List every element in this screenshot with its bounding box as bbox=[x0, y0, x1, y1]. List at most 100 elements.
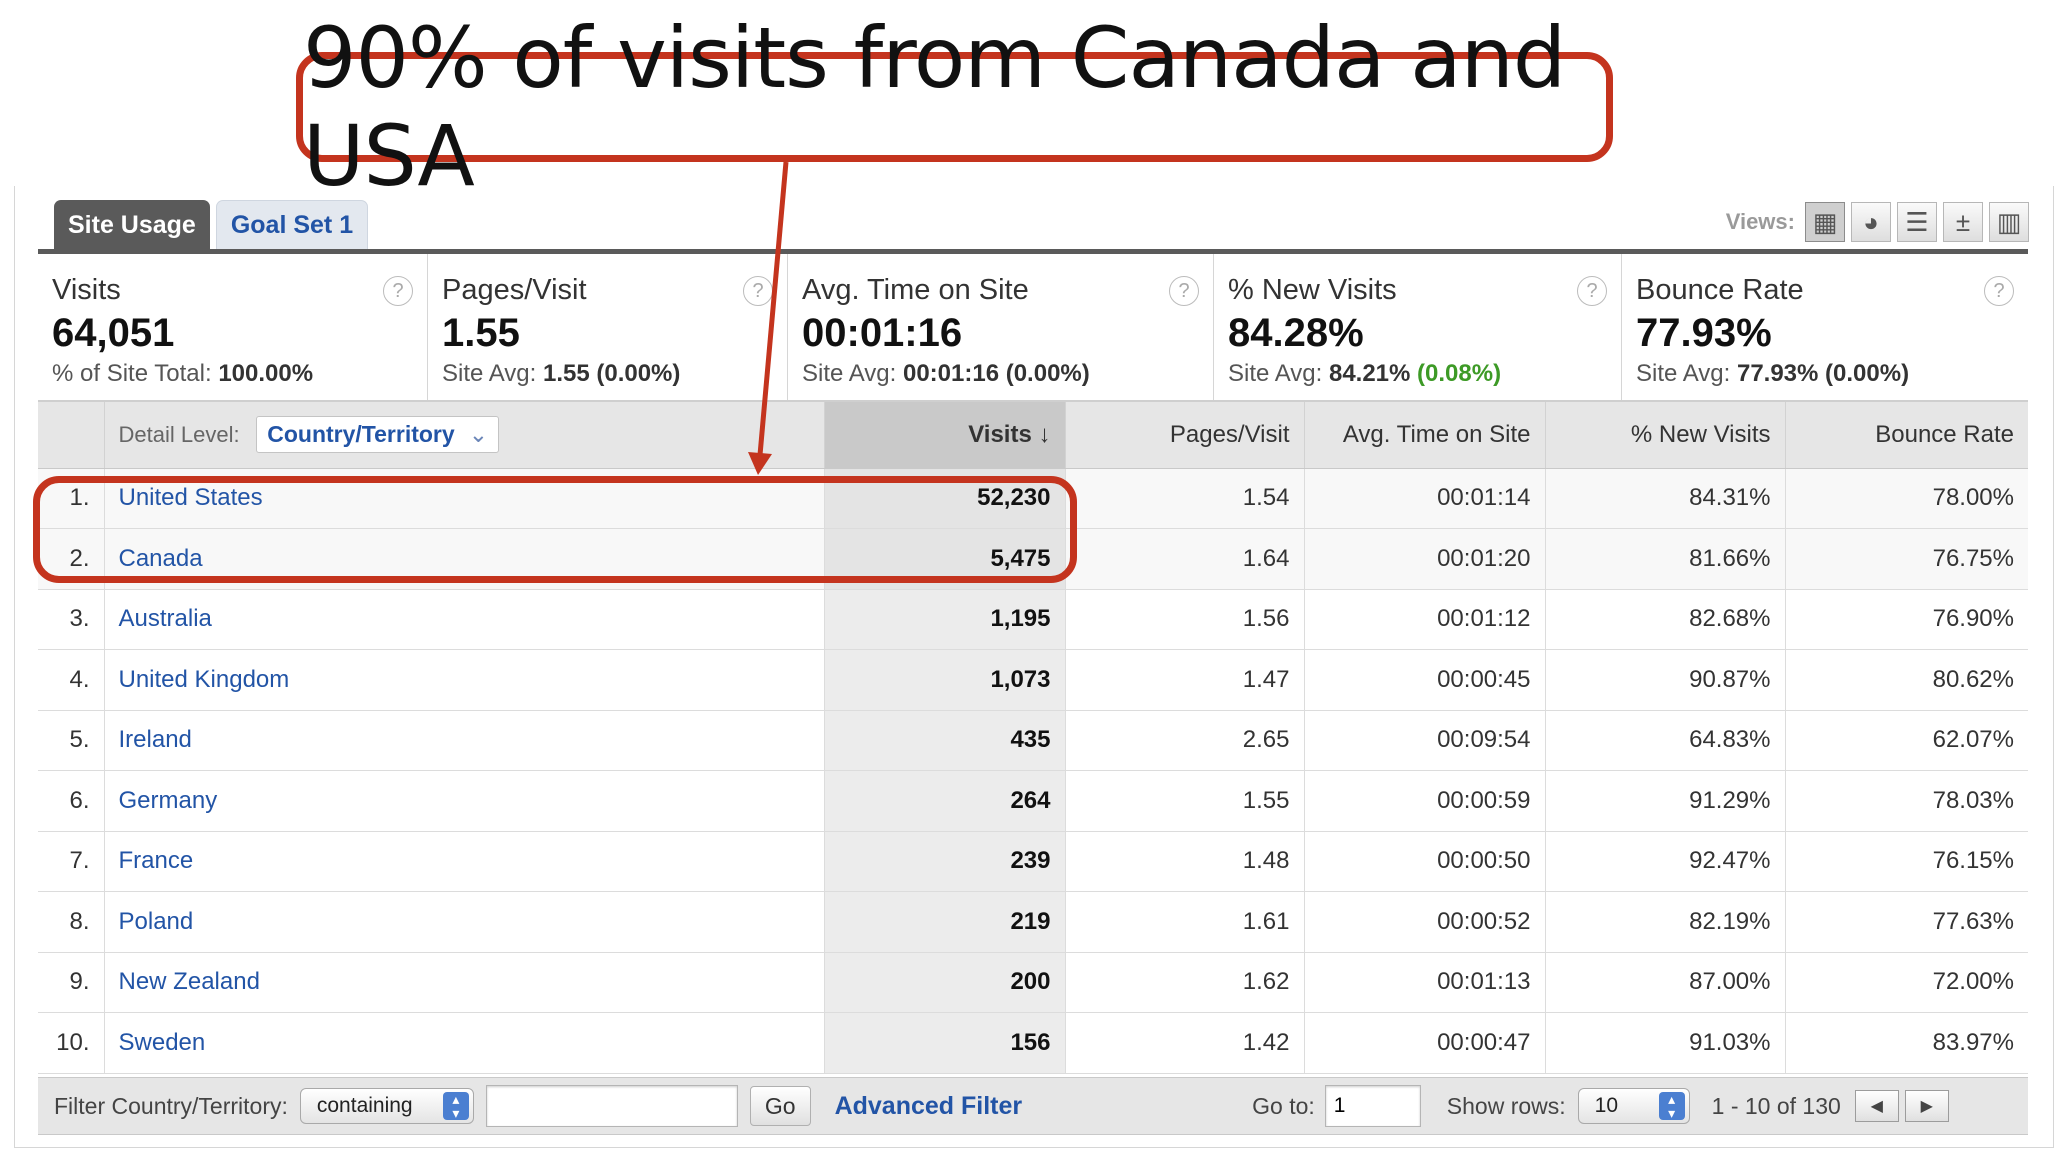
pages-visit-cell: 1.62 bbox=[1065, 952, 1305, 1013]
new-visits-cell: 82.68% bbox=[1545, 589, 1786, 650]
new-visits-cell: 87.00% bbox=[1545, 952, 1786, 1013]
filter-input[interactable] bbox=[485, 1085, 738, 1127]
scorecard-label: Visits bbox=[52, 274, 121, 306]
row-rank: 2. bbox=[38, 528, 105, 590]
visits-cell: 1,073 bbox=[824, 649, 1066, 711]
avg-time-cell: 00:01:13 bbox=[1304, 952, 1546, 1013]
table-row: 7. France 239 1.48 00:00:50 92.47% 76.15% bbox=[38, 831, 2028, 892]
visits-cell: 239 bbox=[824, 831, 1066, 892]
column-header-new-visits[interactable]: % New Visits bbox=[1545, 402, 1786, 469]
table-footer: Filter Country/Territory: containing ▴ ▾ … bbox=[38, 1077, 2028, 1135]
column-header-avg-time[interactable]: Avg. Time on Site bbox=[1304, 402, 1546, 469]
spinner-icon: ▴ ▾ bbox=[1658, 1092, 1685, 1120]
pivot-view-icon[interactable]: ▥ bbox=[1989, 202, 2029, 242]
table-view-icon[interactable]: ▦ bbox=[1805, 202, 1845, 242]
country-link[interactable]: New Zealand bbox=[104, 952, 825, 1013]
avg-time-cell: 00:00:47 bbox=[1304, 1012, 1546, 1074]
comparison-view-icon[interactable]: ± bbox=[1943, 202, 1983, 242]
avg-time-cell: 00:09:54 bbox=[1304, 710, 1546, 771]
bounce-rate-cell: 76.75% bbox=[1785, 528, 2028, 590]
annotation-text: 90% of visits from Canada and USA bbox=[303, 9, 1566, 205]
column-header-pages-visit[interactable]: Pages/Visit bbox=[1065, 402, 1305, 469]
country-link[interactable]: Australia bbox=[104, 589, 825, 650]
show-rows-select[interactable]: 10 ▴ ▾ bbox=[1577, 1088, 1690, 1124]
column-header-bounce-rate[interactable]: Bounce Rate bbox=[1785, 402, 2028, 469]
scorecard-label: Avg. Time on Site bbox=[802, 274, 1029, 306]
goto-label: Go to: bbox=[1252, 1092, 1315, 1119]
visits-cell: 1,195 bbox=[824, 589, 1066, 650]
bounce-rate-cell: 83.97% bbox=[1785, 1012, 2028, 1074]
pages-visit-cell: 1.54 bbox=[1065, 468, 1305, 529]
country-link[interactable]: Ireland bbox=[104, 710, 825, 771]
new-visits-cell: 82.19% bbox=[1545, 891, 1786, 953]
help-icon[interactable]: ? bbox=[383, 276, 413, 306]
country-link[interactable]: Canada bbox=[104, 528, 825, 590]
previous-page-icon[interactable]: ◀ bbox=[1854, 1090, 1899, 1122]
visits-cell: 264 bbox=[824, 770, 1066, 832]
bounce-rate-cell: 76.15% bbox=[1785, 831, 2028, 892]
table-row: 6. Germany 264 1.55 00:00:59 91.29% 78.03% bbox=[38, 770, 2028, 832]
bounce-rate-cell: 78.03% bbox=[1785, 770, 2028, 832]
scorecard-value: 84.28% bbox=[1228, 311, 1364, 355]
views-toolbar: Views: ▦ ◕ ☰ ± ▥ bbox=[1726, 202, 2029, 242]
pie-view-icon[interactable]: ◕ bbox=[1851, 202, 1891, 242]
new-visits-cell: 91.03% bbox=[1545, 1012, 1786, 1074]
bounce-rate-cell: 77.63% bbox=[1785, 891, 2028, 953]
avg-time-cell: 00:00:52 bbox=[1304, 891, 1546, 953]
table-header-row: Detail Level: Country/Territory ⌄ Visits… bbox=[38, 402, 2028, 469]
tab-site-usage[interactable]: Site Usage bbox=[54, 200, 210, 250]
goto-input[interactable] bbox=[1324, 1085, 1421, 1127]
scorecards: Visits 64,051 % of Site Total: 100.00% ?… bbox=[38, 254, 2028, 402]
pages-visit-cell: 1.55 bbox=[1065, 770, 1305, 832]
visits-cell: 5,475 bbox=[824, 528, 1066, 590]
country-link[interactable]: Poland bbox=[104, 891, 825, 953]
detail-level-dropdown[interactable]: Country/Territory ⌄ bbox=[256, 416, 499, 454]
performance-view-icon[interactable]: ☰ bbox=[1897, 202, 1937, 242]
help-icon[interactable]: ? bbox=[1169, 276, 1199, 306]
advanced-filter-link[interactable]: Advanced Filter bbox=[835, 1092, 1023, 1121]
country-link[interactable]: Germany bbox=[104, 770, 825, 832]
data-table: Detail Level: Country/Territory ⌄ Visits… bbox=[38, 402, 2028, 1074]
row-rank: 4. bbox=[38, 649, 105, 711]
country-link[interactable]: France bbox=[104, 831, 825, 892]
scorecard-value: 00:01:16 bbox=[802, 311, 963, 355]
scorecard-sub: Site Avg: 1.55 (0.00%) bbox=[442, 360, 681, 387]
avg-time-cell: 00:00:59 bbox=[1304, 770, 1546, 832]
spinner-icon: ▴ ▾ bbox=[442, 1092, 469, 1120]
avg-time-cell: 00:01:20 bbox=[1304, 528, 1546, 590]
row-rank: 3. bbox=[38, 589, 105, 650]
column-header-visits[interactable]: Visits ↓ bbox=[824, 402, 1066, 469]
views-label: Views: bbox=[1725, 209, 1795, 234]
pagination-range: 1 - 10 of 130 bbox=[1711, 1092, 1841, 1119]
help-icon[interactable]: ? bbox=[743, 276, 773, 306]
help-icon[interactable]: ? bbox=[1577, 276, 1607, 306]
new-visits-cell: 64.83% bbox=[1545, 710, 1786, 771]
filter-mode-select[interactable]: containing ▴ ▾ bbox=[299, 1088, 474, 1124]
scorecard-pages-visit: Pages/Visit 1.55 Site Avg: 1.55 (0.00%) … bbox=[428, 254, 788, 400]
scorecard-label: Pages/Visit bbox=[442, 274, 587, 306]
table-row: 1. United States 52,230 1.54 00:01:14 84.31% 7… bbox=[38, 468, 2028, 529]
scorecard-label: Bounce Rate bbox=[1636, 274, 1804, 306]
visits-cell: 156 bbox=[824, 1012, 1066, 1074]
country-link[interactable]: United Kingdom bbox=[104, 649, 825, 711]
row-rank: 7. bbox=[38, 831, 105, 892]
scorecard-avg-time: Avg. Time on Site 00:01:16 Site Avg: 00:… bbox=[788, 254, 1214, 400]
go-button[interactable]: Go bbox=[749, 1086, 811, 1126]
country-link[interactable]: Sweden bbox=[104, 1012, 825, 1074]
bounce-rate-cell: 78.00% bbox=[1785, 468, 2028, 529]
avg-time-cell: 00:01:12 bbox=[1304, 589, 1546, 650]
rank-header bbox=[38, 402, 105, 469]
pages-visit-cell: 1.42 bbox=[1065, 1012, 1305, 1074]
help-icon[interactable]: ? bbox=[1984, 276, 2014, 306]
row-rank: 5. bbox=[38, 710, 105, 771]
next-page-icon[interactable]: ▶ bbox=[1904, 1090, 1949, 1122]
tab-goal-set-1[interactable]: Goal Set 1 bbox=[215, 200, 369, 250]
table-row: 8. Poland 219 1.61 00:00:52 82.19% 77.63% bbox=[38, 891, 2028, 953]
new-visits-cell: 91.29% bbox=[1545, 770, 1786, 832]
show-rows-label: Show rows: bbox=[1446, 1092, 1566, 1119]
annotation-callout: 90% of visits from Canada and USA bbox=[296, 9, 1613, 205]
country-link[interactable]: United States bbox=[104, 468, 825, 529]
scorecard-value: 64,051 bbox=[52, 311, 175, 355]
chevron-down-icon: ⌄ bbox=[468, 421, 488, 448]
new-visits-cell: 81.66% bbox=[1545, 528, 1786, 590]
